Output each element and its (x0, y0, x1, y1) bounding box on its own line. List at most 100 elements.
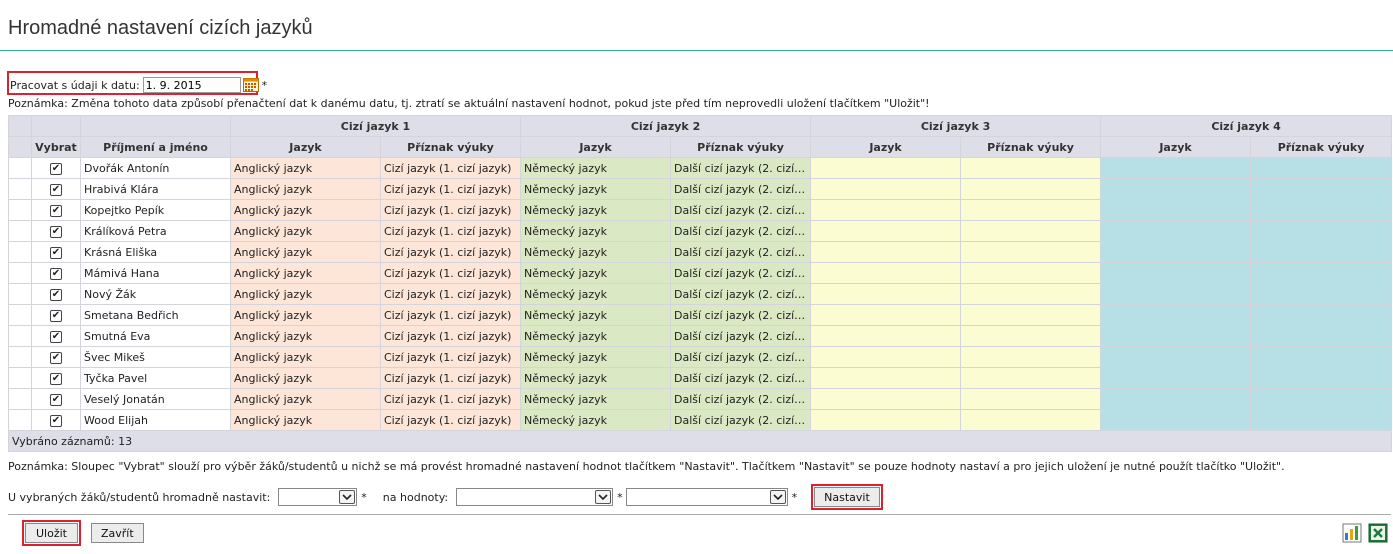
lang1-flag[interactable]: Cizí jazyk (1. cizí jazyk) (379, 409, 522, 431)
lang4-flag[interactable] (1250, 199, 1393, 221)
select-checkbox[interactable]: ✔ (50, 183, 62, 196)
column-header-lang3-language[interactable]: Jazyk (810, 136, 962, 158)
lang1-language[interactable]: Anglický jazyk (230, 388, 381, 410)
select-checkbox-cell[interactable]: ✔ (31, 346, 81, 368)
lang4-language[interactable] (1100, 199, 1252, 221)
lang2-flag[interactable]: Další cizí jazyk (2. cizí jazyk) (670, 241, 812, 263)
calendar-icon[interactable] (242, 78, 259, 92)
lang3-language[interactable] (810, 325, 962, 347)
lang3-flag[interactable] (960, 304, 1102, 326)
column-header-name[interactable]: Příjmení a jméno (80, 136, 231, 158)
lang1-flag[interactable]: Cizí jazyk (1. cizí jazyk) (379, 346, 522, 368)
lang4-flag[interactable] (1250, 325, 1393, 347)
select-checkbox[interactable]: ✔ (50, 330, 62, 343)
lang4-language[interactable] (1100, 388, 1252, 410)
lang3-flag[interactable] (960, 199, 1102, 221)
lang2-flag[interactable]: Další cizí jazyk (2. cizí jazyk) (670, 325, 812, 347)
lang1-flag[interactable]: Cizí jazyk (1. cizí jazyk) (379, 304, 522, 326)
lang2-language[interactable]: Německý jazyk (520, 199, 672, 221)
table-row[interactable]: ✔ Smetana Bedřich Anglický jazyk Cizí jazyk… (8, 304, 1393, 326)
apply-button[interactable]: Nastavit (814, 487, 880, 507)
lang3-language[interactable] (810, 178, 962, 200)
lang1-language[interactable]: Anglický jazyk (230, 178, 381, 200)
lang2-language[interactable]: Německý jazyk (520, 388, 672, 410)
lang3-language[interactable] (810, 388, 962, 410)
select-checkbox-cell[interactable]: ✔ (31, 157, 81, 179)
select-checkbox[interactable]: ✔ (50, 414, 62, 427)
lang1-flag[interactable]: Cizí jazyk (1. cizí jazyk) (379, 283, 522, 305)
select-checkbox-cell[interactable]: ✔ (31, 283, 81, 305)
lang1-flag[interactable]: Cizí jazyk (1. cizí jazyk) (379, 262, 522, 284)
lang2-language[interactable]: Německý jazyk (520, 283, 672, 305)
lang4-language[interactable] (1100, 283, 1252, 305)
lang4-flag[interactable] (1250, 262, 1393, 284)
lang3-language[interactable] (810, 409, 962, 431)
select-checkbox-cell[interactable]: ✔ (31, 178, 81, 200)
lang3-flag[interactable] (960, 346, 1102, 368)
lang4-flag[interactable] (1250, 157, 1393, 179)
lang2-language[interactable]: Německý jazyk (520, 262, 672, 284)
lang2-flag[interactable]: Další cizí jazyk (2. cizí jazyk) (670, 409, 812, 431)
lang1-language[interactable]: Anglický jazyk (230, 241, 381, 263)
select-checkbox[interactable]: ✔ (50, 351, 62, 364)
select-checkbox[interactable]: ✔ (50, 393, 62, 406)
lang2-language[interactable]: Německý jazyk (520, 325, 672, 347)
student-name[interactable]: Smutná Eva (80, 325, 231, 347)
select-checkbox[interactable]: ✔ (50, 225, 62, 238)
lang4-language[interactable] (1100, 241, 1252, 263)
lang3-language[interactable] (810, 220, 962, 242)
lang4-flag[interactable] (1250, 409, 1393, 431)
column-header-lang1-flag[interactable]: Příznak výuky (379, 136, 522, 158)
select-checkbox-cell[interactable]: ✔ (31, 241, 81, 263)
lang1-language[interactable]: Anglický jazyk (230, 409, 381, 431)
lang2-flag[interactable]: Další cizí jazyk (2. cizí jazyk) (670, 367, 812, 389)
student-name[interactable]: Králíková Petra (80, 220, 231, 242)
column-header-lang2-language[interactable]: Jazyk (520, 136, 672, 158)
table-row[interactable]: ✔ Mámivá Hana Anglický jazyk Cizí jazyk (1.… (8, 262, 1393, 284)
column-header-lang3-flag[interactable]: Příznak výuky (960, 136, 1102, 158)
lang2-flag[interactable]: Další cizí jazyk (2. cizí jazyk) (670, 346, 812, 368)
lang4-language[interactable] (1100, 367, 1252, 389)
excel-icon[interactable] (1368, 523, 1388, 543)
select-checkbox-cell[interactable]: ✔ (31, 388, 81, 410)
lang2-language[interactable]: Německý jazyk (520, 241, 672, 263)
lang3-flag[interactable] (960, 157, 1102, 179)
lang3-language[interactable] (810, 199, 962, 221)
table-row[interactable]: ✔ Švec Mikeš Anglický jazyk Cizí jazyk (1. … (8, 346, 1393, 368)
lang2-flag[interactable]: Další cizí jazyk (2. cizí jazyk) (670, 178, 812, 200)
lang4-language[interactable] (1100, 178, 1252, 200)
student-name[interactable]: Kopejtko Pepík (80, 199, 231, 221)
select-checkbox[interactable]: ✔ (50, 246, 62, 259)
lang3-flag[interactable] (960, 178, 1102, 200)
lang3-language[interactable] (810, 283, 962, 305)
table-row[interactable]: ✔ Kopejtko Pepík Anglický jazyk Cizí jazyk … (8, 199, 1393, 221)
report-export-icon[interactable] (1342, 523, 1362, 543)
lang1-language[interactable]: Anglický jazyk (230, 346, 381, 368)
lang2-flag[interactable]: Další cizí jazyk (2. cizí jazyk) (670, 157, 812, 179)
lang1-language[interactable]: Anglický jazyk (230, 157, 381, 179)
select-checkbox[interactable]: ✔ (50, 309, 62, 322)
lang4-flag[interactable] (1250, 388, 1393, 410)
select-checkbox[interactable]: ✔ (50, 267, 62, 280)
lang3-flag[interactable] (960, 262, 1102, 284)
lang3-language[interactable] (810, 262, 962, 284)
table-row[interactable]: ✔ Wood Elijah Anglický jazyk Cizí jazyk (1.… (8, 409, 1393, 431)
lang1-flag[interactable]: Cizí jazyk (1. cizí jazyk) (379, 199, 522, 221)
lang1-flag[interactable]: Cizí jazyk (1. cizí jazyk) (379, 388, 522, 410)
student-name[interactable]: Nový Žák (80, 283, 231, 305)
lang4-flag[interactable] (1250, 220, 1393, 242)
select-checkbox-cell[interactable]: ✔ (31, 262, 81, 284)
lang4-flag[interactable] (1250, 304, 1393, 326)
lang3-flag[interactable] (960, 409, 1102, 431)
lang3-flag[interactable] (960, 325, 1102, 347)
lang1-flag[interactable]: Cizí jazyk (1. cizí jazyk) (379, 220, 522, 242)
language-slot-select[interactable] (278, 488, 358, 506)
lang1-flag[interactable]: Cizí jazyk (1. cizí jazyk) (379, 241, 522, 263)
lang2-flag[interactable]: Další cizí jazyk (2. cizí jazyk) (670, 283, 812, 305)
lang2-language[interactable]: Německý jazyk (520, 367, 672, 389)
lang3-flag[interactable] (960, 283, 1102, 305)
select-checkbox-cell[interactable]: ✔ (31, 220, 81, 242)
lang4-language[interactable] (1100, 262, 1252, 284)
lang1-flag[interactable]: Cizí jazyk (1. cizí jazyk) (379, 157, 522, 179)
table-row[interactable]: ✔ Tyčka Pavel Anglický jazyk Cizí jazyk (1.… (8, 367, 1393, 389)
